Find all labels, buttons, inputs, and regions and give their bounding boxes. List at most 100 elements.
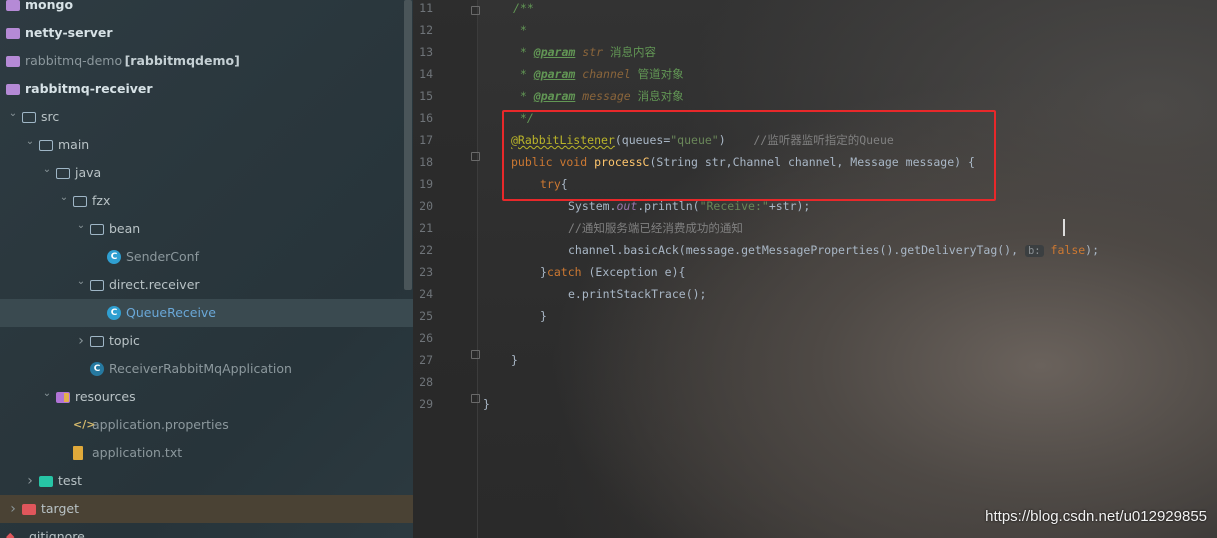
tree-item-label: rabbitmq-demo: [25, 53, 123, 68]
tree-item-label: src: [41, 109, 60, 124]
package-icon: [90, 336, 104, 347]
chevron-right-icon[interactable]: ›: [25, 467, 35, 495]
tree-item-java[interactable]: ⌄ java: [0, 159, 413, 187]
module-folder-icon: [6, 0, 20, 11]
tree-item-receiverrabbitmqapplication[interactable]: C ReceiverRabbitMqApplication: [0, 355, 413, 383]
module-folder-icon: [6, 56, 20, 67]
line-number: 12: [419, 23, 433, 37]
line-number: 22: [419, 243, 433, 257]
code-line-23: }catch (Exception e){: [540, 265, 686, 279]
package-icon: [90, 224, 104, 235]
chevron-down-icon[interactable]: ⌄: [59, 187, 69, 215]
code-line-24: e.printStackTrace();: [568, 287, 707, 301]
tree-item-label: netty-server: [25, 25, 113, 40]
tree-item-label: rabbitmq-receiver: [25, 81, 153, 96]
tree-item-label: topic: [109, 333, 140, 348]
fold-marker-icon[interactable]: [471, 152, 480, 161]
tree-item-direct-receiver[interactable]: ⌄ direct.receiver: [0, 271, 413, 299]
fold-marker-icon[interactable]: [471, 6, 480, 15]
chevron-down-icon[interactable]: ⌄: [76, 215, 86, 243]
chevron-down-icon[interactable]: ⌄: [76, 271, 86, 299]
line-number: 15: [419, 89, 433, 103]
tree-item-application-txt[interactable]: application.txt: [0, 439, 413, 467]
tree-item-test[interactable]: › test: [0, 467, 413, 495]
tree-item-label: bean: [109, 221, 141, 236]
text-file-icon: [73, 446, 83, 460]
line-number: 13: [419, 45, 433, 59]
tree-item-queuereceive[interactable]: C QueueReceive: [0, 299, 413, 327]
line-number: 11: [419, 1, 433, 15]
line-number: 28: [419, 375, 433, 389]
tree-item-fzx[interactable]: ⌄ fzx: [0, 187, 413, 215]
tree-item-label: application.properties: [92, 417, 229, 432]
tree-item-rabbitmq-receiver[interactable]: rabbitmq-receiver: [0, 75, 413, 103]
tree-item-label: fzx: [92, 193, 111, 208]
tree-item-rabbitmq-demo[interactable]: rabbitmq-demo [rabbitmqdemo]: [0, 47, 413, 75]
excluded-folder-icon: [22, 504, 36, 515]
tree-item-label: direct.receiver: [109, 277, 200, 292]
line-number: 21: [419, 221, 433, 235]
line-number: 16: [419, 111, 433, 125]
tree-item-label: main: [58, 137, 90, 152]
parameter-hint: b:: [1024, 245, 1044, 257]
code-editor[interactable]: 11 12 13 14 15 16 17 18 19 20 21 22 23 24 25 26 27 28 29 /…: [413, 0, 1217, 538]
fold-marker-icon[interactable]: [471, 350, 480, 359]
line-number: 24: [419, 287, 433, 301]
folder-icon: [39, 140, 53, 151]
resources-folder-icon: [56, 392, 70, 403]
line-number: 27: [419, 353, 433, 367]
code-line-29: }: [483, 397, 490, 411]
tree-scrollbar[interactable]: [404, 0, 412, 290]
tree-item-resources[interactable]: ⌄ resources: [0, 383, 413, 411]
source-folder-icon: [56, 168, 70, 179]
code-line-25: }: [540, 309, 547, 323]
tree-item-label: SenderConf: [126, 249, 200, 264]
text-caret: [1063, 219, 1065, 236]
chevron-down-icon[interactable]: ⌄: [8, 103, 18, 131]
line-number: 25: [419, 309, 433, 323]
code-line-21: //通知服务端已经消费成功的通知: [568, 221, 743, 235]
line-number: 17: [419, 133, 433, 147]
tree-item-main[interactable]: ⌄ main: [0, 131, 413, 159]
code-line-14: * @param channel 管道对象: [513, 67, 684, 81]
module-folder-icon: [6, 28, 20, 39]
tree-item-application-properties[interactable]: </> application.properties: [0, 411, 413, 439]
tree-item-netty-server[interactable]: netty-server: [0, 19, 413, 47]
tree-item-senderconf[interactable]: C SenderConf: [0, 243, 413, 271]
chevron-down-icon[interactable]: ⌄: [42, 159, 52, 187]
line-number: 19: [419, 177, 433, 191]
module-folder-icon: [6, 84, 20, 95]
tree-item-module-name: [rabbitmqdemo]: [124, 53, 240, 68]
project-tree-panel: mongo netty-server rabbitmq-demo [rabbitmqd…: [0, 0, 413, 538]
line-number: 23: [419, 265, 433, 279]
tree-item-label: .gitignore: [25, 529, 85, 538]
line-number: 18: [419, 155, 433, 169]
class-icon: C: [107, 306, 121, 320]
spring-boot-class-icon: C: [90, 362, 104, 376]
fold-marker-icon[interactable]: [471, 394, 480, 403]
folder-icon: [22, 112, 36, 123]
line-number: 20: [419, 199, 433, 213]
chevron-right-icon[interactable]: ›: [8, 495, 18, 523]
git-file-icon: ◆: [6, 530, 15, 538]
code-line-12: *: [513, 23, 527, 37]
tree-item--gitignore[interactable]: ◆ .gitignore: [0, 523, 413, 538]
tree-item-target[interactable]: › target: [0, 495, 413, 523]
tree-item-mongo[interactable]: mongo: [0, 0, 413, 19]
tree-item-label: ReceiverRabbitMqApplication: [109, 361, 292, 376]
code-line-27: }: [511, 353, 518, 367]
chevron-right-icon[interactable]: ›: [76, 327, 86, 355]
chevron-down-icon[interactable]: ⌄: [42, 383, 52, 411]
code-line-13: * @param str 消息内容: [513, 45, 656, 59]
tree-item-topic[interactable]: › topic: [0, 327, 413, 355]
class-icon: C: [107, 250, 121, 264]
package-icon: [90, 280, 104, 291]
line-number: 14: [419, 67, 433, 81]
tree-item-label: test: [58, 473, 83, 488]
watermark-url: https://blog.csdn.net/u012929855: [985, 508, 1207, 525]
chevron-down-icon[interactable]: ⌄: [25, 131, 35, 159]
tree-item-src[interactable]: ⌄ src: [0, 103, 413, 131]
tree-item-bean[interactable]: ⌄ bean: [0, 215, 413, 243]
code-line-22: channel.basicAck(message.getMessagePrope…: [568, 243, 1100, 257]
tree-item-label: java: [75, 165, 102, 180]
